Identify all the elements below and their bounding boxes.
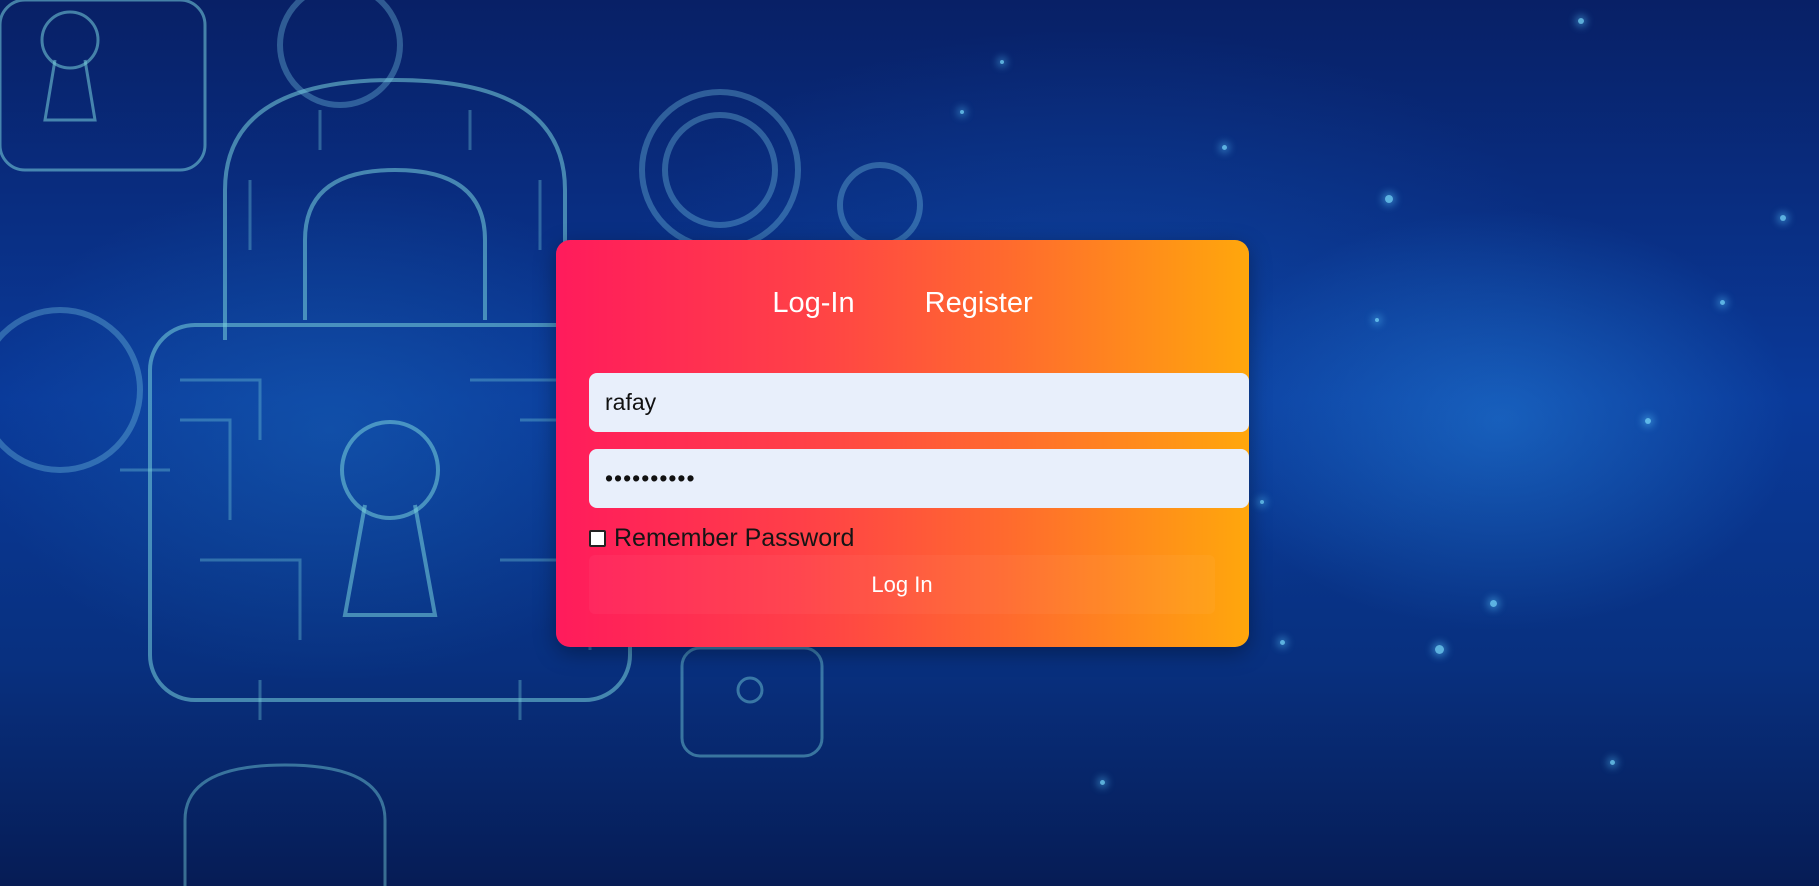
login-button[interactable]: Log In <box>589 555 1215 614</box>
login-card: Log-In Register Remember Password Log In <box>556 240 1249 647</box>
remember-password-row: Remember Password <box>589 523 854 553</box>
remember-password-checkbox[interactable] <box>589 529 606 547</box>
tab-register[interactable]: Register <box>925 287 1033 320</box>
username-input[interactable] <box>589 373 1249 432</box>
tab-bar: Log-In Register <box>556 287 1249 320</box>
remember-password-label[interactable]: Remember Password <box>614 524 854 553</box>
password-input[interactable] <box>589 449 1249 508</box>
tab-login[interactable]: Log-In <box>772 287 854 320</box>
